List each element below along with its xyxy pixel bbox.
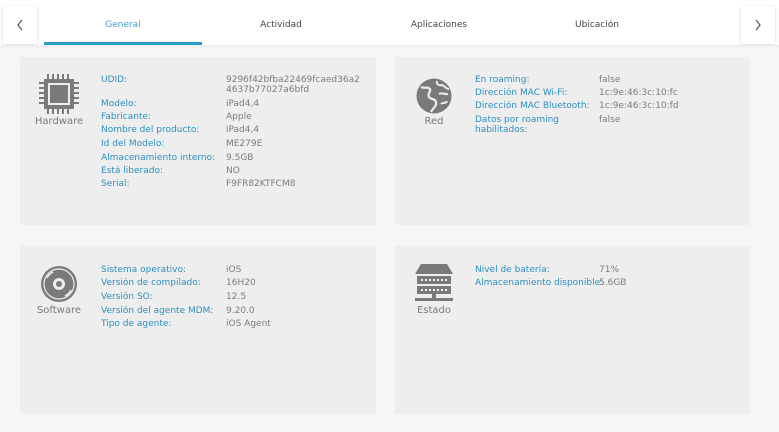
tab-actividad[interactable]: Actividad xyxy=(202,0,360,45)
available-storage-label: Almacenamiento disponible: xyxy=(475,278,604,288)
software-title: Software xyxy=(36,305,82,316)
status-title: Estado xyxy=(416,305,452,316)
bluetooth-mac-label: Dirección MAC Bluetooth: xyxy=(475,101,590,111)
product-name-value: iPad4,4 xyxy=(226,125,260,135)
tab-bar: General Actividad Aplicaciones Ubicación xyxy=(0,0,779,45)
product-name-label: Nombre del producto: xyxy=(101,125,200,135)
mdm-agent-version-label: Versión del agente MDM: xyxy=(101,306,214,316)
agent-type-value: iOS Agent xyxy=(226,319,271,329)
model-id-label: Id del Modelo: xyxy=(101,139,165,149)
roaming-label: En roaming: xyxy=(475,75,530,85)
os-version-value: 12.5 xyxy=(226,292,247,302)
data-roaming-value: false xyxy=(599,115,621,125)
model-label: Modelo: xyxy=(101,99,137,109)
unlocked-value: NO xyxy=(226,166,240,176)
manufacturer-label: Fabricante: xyxy=(101,112,152,122)
unlocked-label: Está liberado: xyxy=(101,166,163,176)
battery-level-label: Nivel de batería: xyxy=(475,265,550,275)
wifi-mac-value: 1c:9e:46:3c:10:fc xyxy=(599,88,678,98)
roaming-value: false xyxy=(599,75,621,85)
os-value: iOS xyxy=(226,265,242,275)
chip-icon xyxy=(39,74,79,114)
bluetooth-mac-value: 1c:9e:46:3c:10:fd xyxy=(599,101,679,111)
hardware-title: Hardware xyxy=(34,116,84,127)
available-storage-value: 5.6GB xyxy=(599,278,627,288)
globe-icon xyxy=(416,78,452,114)
network-title: Red xyxy=(424,116,444,127)
network-card: Red En roaming: false Dirección MAC Wi-F… xyxy=(395,57,750,225)
chevron-right-icon xyxy=(755,19,761,31)
tab-ubicacion[interactable]: Ubicación xyxy=(518,0,676,45)
disc-icon xyxy=(41,266,77,302)
manufacturer-value: Apple xyxy=(226,112,252,122)
battery-level-value: 71% xyxy=(599,265,620,275)
prev-tab-button[interactable] xyxy=(3,6,37,44)
model-value: iPad4,4 xyxy=(226,99,260,109)
internal-storage-value: 9.5GB xyxy=(226,153,254,163)
tab-general[interactable]: General xyxy=(44,0,202,45)
build-version-label: Versión de compilado: xyxy=(101,278,201,288)
data-roaming-label-continued: habilitados: xyxy=(475,125,528,135)
os-version-label: Versión SO: xyxy=(101,292,153,302)
software-card: Software Sistema operativo: iOS Versión … xyxy=(20,246,376,414)
status-card: Estado Nivel de batería: 71% Almacenamie… xyxy=(395,246,750,414)
next-tab-button[interactable] xyxy=(741,6,775,44)
internal-storage-label: Almacenamiento interno: xyxy=(101,153,216,163)
agent-type-label: Tipo de agente: xyxy=(101,319,172,329)
udid-label: UDID: xyxy=(101,75,128,85)
mdm-agent-version-value: 9.20.0 xyxy=(226,306,255,316)
chevron-left-icon xyxy=(17,19,23,31)
serial-value: F9FR82KTFCM8 xyxy=(226,179,296,189)
hardware-card: Hardware UDID: 9296f42bfba22469fcaed36a2… xyxy=(20,57,376,225)
os-label: Sistema operativo: xyxy=(101,265,186,275)
model-id-value: ME279E xyxy=(226,139,263,149)
build-version-value: 16H20 xyxy=(226,278,256,288)
server-icon xyxy=(415,264,453,301)
tab-bar-shadow xyxy=(0,45,779,49)
wifi-mac-label: Dirección MAC Wi-Fi: xyxy=(475,88,568,98)
udid-value-continued: 4637b77027a6bfd xyxy=(226,85,310,95)
serial-label: Serial: xyxy=(101,179,130,189)
tab-aplicaciones[interactable]: Aplicaciones xyxy=(360,0,518,45)
